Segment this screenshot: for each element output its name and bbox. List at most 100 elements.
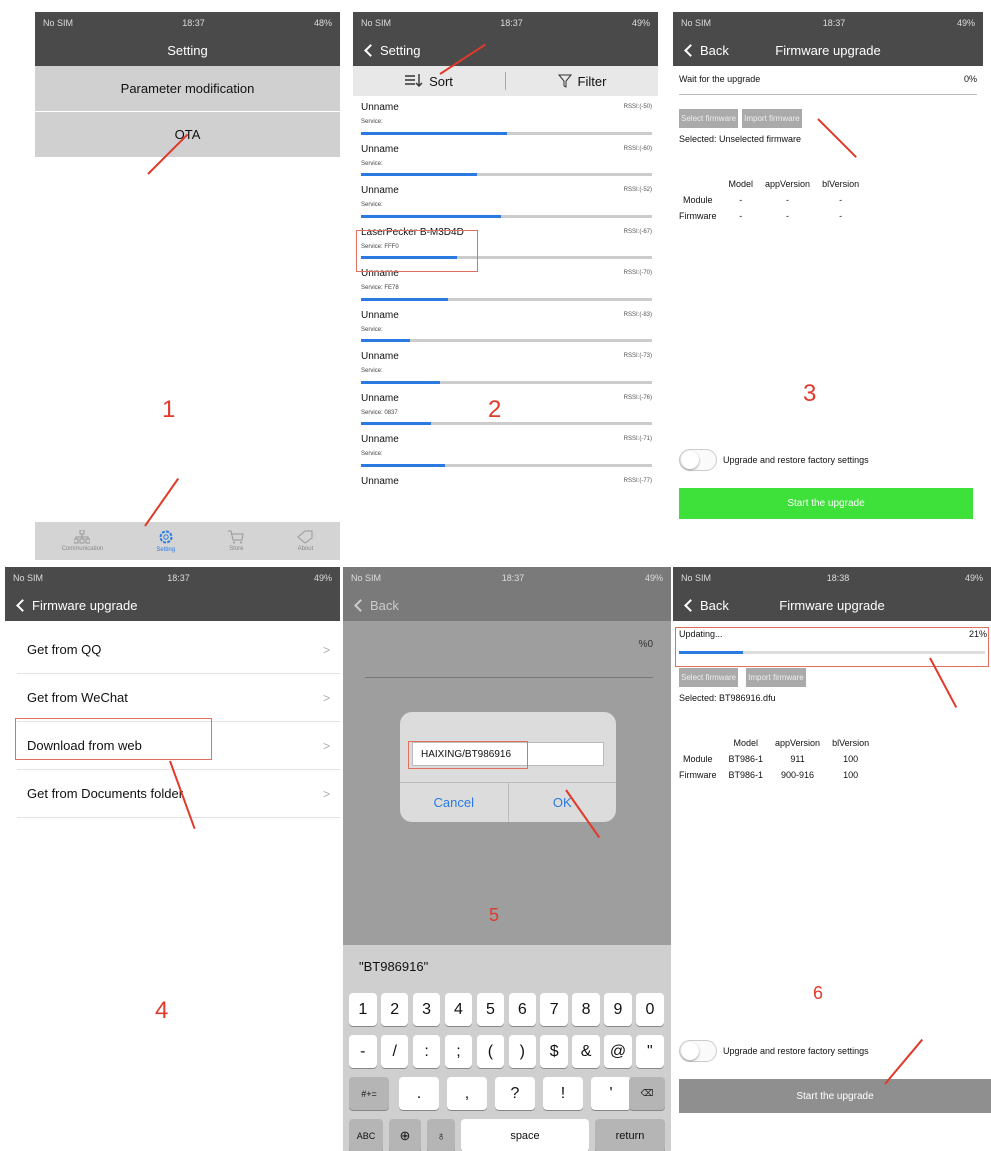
signal-fill xyxy=(361,463,446,467)
key[interactable]: $ xyxy=(540,1035,568,1068)
device-rssi: RSSI:(-60) xyxy=(623,145,652,152)
device-row[interactable]: Unname RSSI:(-50) Service: xyxy=(353,96,658,138)
step-number: 3 xyxy=(803,380,817,407)
toggle-label: Upgrade and restore factory settings xyxy=(723,1046,869,1056)
device-row[interactable]: Unname RSSI:(-71) Service: xyxy=(353,428,658,470)
space-key[interactable]: space xyxy=(461,1119,589,1151)
factory-reset-toggle-row: Upgrade and restore factory settings xyxy=(679,449,869,471)
key[interactable]: . xyxy=(399,1077,439,1110)
key[interactable]: 6 xyxy=(508,993,537,1026)
key[interactable]: ' xyxy=(591,1077,631,1110)
key[interactable]: ! xyxy=(543,1077,583,1110)
select-firmware-button[interactable]: Select firmware xyxy=(679,109,739,128)
import-firmware-button[interactable]: Import firmware xyxy=(742,109,802,128)
key[interactable]: 0 xyxy=(636,993,664,1026)
delete-key[interactable]: ⌫ xyxy=(629,1077,665,1110)
table-cell: BT986-1 xyxy=(728,770,764,780)
cancel-button[interactable]: Cancel xyxy=(400,783,509,822)
chevron-right-icon: > xyxy=(322,642,330,657)
chevron-left-icon xyxy=(16,598,29,612)
key[interactable]: 8 xyxy=(572,993,600,1026)
signal-fill xyxy=(361,131,507,135)
device-row[interactable]: Unname RSSI:(-76) Service: 0837 xyxy=(353,387,658,429)
tab-setting[interactable]: Setting xyxy=(156,529,175,553)
globe-icon[interactable]: ⊕ xyxy=(389,1119,421,1151)
key[interactable]: 4 xyxy=(444,993,473,1026)
sort-button[interactable]: Sort xyxy=(353,74,505,89)
highlight-box xyxy=(675,627,989,667)
tab-store[interactable]: Store xyxy=(228,530,244,552)
key[interactable]: 1 xyxy=(349,993,377,1026)
import-firmware-button[interactable]: Import firmware xyxy=(746,668,806,687)
battery: 49% xyxy=(956,18,975,28)
table-cell: 900-916 xyxy=(781,770,815,780)
ok-button[interactable]: OK xyxy=(509,783,617,822)
key[interactable]: ( xyxy=(476,1035,505,1068)
signal-track xyxy=(361,131,652,135)
device-row[interactable]: Unname RSSI:(-52) Service: xyxy=(353,179,658,221)
device-rssi: RSSI:(-83) xyxy=(623,311,652,318)
key[interactable]: 7 xyxy=(540,993,568,1026)
key[interactable]: 9 xyxy=(604,993,632,1026)
highlight-box xyxy=(356,230,478,272)
key[interactable]: " xyxy=(636,1035,664,1068)
highlight-box xyxy=(408,741,528,769)
key[interactable]: & xyxy=(572,1035,600,1068)
key[interactable]: 5 xyxy=(476,993,505,1026)
start-upgrade-button[interactable]: Start the upgrade xyxy=(679,488,973,519)
key[interactable]: , xyxy=(447,1077,487,1110)
abc-key[interactable]: ABC xyxy=(349,1119,383,1151)
device-rssi: RSSI:(-77) xyxy=(623,477,652,484)
suggestion[interactable]: "BT986916" xyxy=(359,959,428,974)
start-upgrade-button[interactable]: Start the upgrade xyxy=(679,1079,991,1113)
device-row[interactable]: Unname RSSI:(-60) Service: xyxy=(353,138,658,180)
device-list: Unname RSSI:(-50) Service: Unname RSSI:(-60)… xyxy=(353,96,658,511)
key[interactable]: / xyxy=(380,1035,409,1068)
key[interactable]: 3 xyxy=(412,993,441,1026)
select-firmware-button[interactable]: Select firmware xyxy=(679,668,739,687)
key[interactable]: ; xyxy=(444,1035,473,1068)
device-row[interactable]: Unname RSSI:(-77) xyxy=(353,470,658,512)
get-from-documents-row[interactable]: Get from Documents folder > xyxy=(17,770,340,818)
device-row[interactable]: Unname RSSI:(-83) Service: xyxy=(353,304,658,346)
carrier: No SIM xyxy=(681,18,712,28)
key[interactable]: : xyxy=(412,1035,441,1068)
device-service: Service: xyxy=(361,326,383,333)
back-button[interactable]: Back xyxy=(673,43,729,58)
symbols-key[interactable]: #+= xyxy=(349,1077,389,1110)
filter-button[interactable]: Filter xyxy=(506,74,658,89)
key-area: 1 2 3 4 5 6 7 8 9 0 - /:;() $ & @ " #+=.,?! ' ⌫ ABC ⊕ ♁ space r… xyxy=(343,987,671,1151)
return-key[interactable]: return xyxy=(595,1119,665,1151)
get-from-wechat-row[interactable]: Get from WeChat > xyxy=(17,674,340,722)
key[interactable]: @ xyxy=(604,1035,632,1068)
table-row: Firmware - - - xyxy=(673,208,865,224)
key[interactable]: ? xyxy=(495,1077,535,1110)
back-button[interactable]: Setting xyxy=(353,43,420,58)
chevron-right-icon: > xyxy=(322,738,330,753)
table-row: Module BT986-1 911 100 xyxy=(673,751,875,767)
factory-reset-toggle[interactable] xyxy=(679,449,717,471)
get-from-qq-row[interactable]: Get from QQ > xyxy=(17,626,340,674)
progress-percent: 0% xyxy=(963,74,977,84)
key[interactable]: 2 xyxy=(380,993,409,1026)
device-service: Service: FE78 xyxy=(361,285,399,291)
key[interactable]: - xyxy=(349,1035,377,1068)
table-cell: 100 xyxy=(843,770,859,780)
parameter-modification-row[interactable]: Parameter modification xyxy=(35,66,340,112)
panel-firmware-source: No SIM 18:37 49% Firmware upgrade Get from… xyxy=(5,567,340,1147)
microphone-icon[interactable]: ♁ xyxy=(427,1119,455,1151)
device-row[interactable]: Unname RSSI:(-73) Service: xyxy=(353,345,658,387)
device-service: Service: xyxy=(361,202,383,208)
nav-bar: Back Firmware upgrade xyxy=(673,589,991,621)
back-button[interactable]: Back xyxy=(673,598,729,613)
back-button[interactable]: Firmware upgrade xyxy=(5,598,138,613)
tab-bar: Communication Setting Store About xyxy=(35,522,340,560)
tab-communication[interactable]: Communication xyxy=(62,530,103,552)
tab-about[interactable]: About xyxy=(297,530,313,552)
progress-bar xyxy=(365,677,653,678)
factory-reset-toggle[interactable] xyxy=(679,1040,717,1062)
table-cell: Firmware xyxy=(679,211,717,221)
table-header: appVersion xyxy=(765,179,811,189)
back-button[interactable]: Back xyxy=(343,598,399,613)
key[interactable]: ) xyxy=(508,1035,537,1068)
